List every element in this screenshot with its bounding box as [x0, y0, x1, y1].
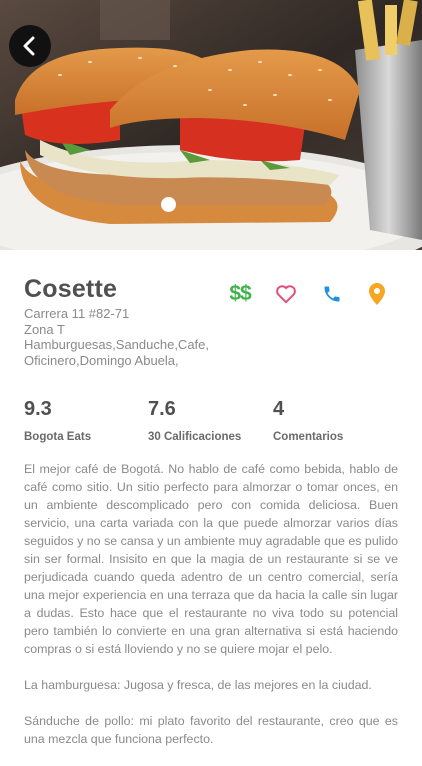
stat-label: Bogota Eats	[24, 431, 92, 443]
tags: Oficinero,Domingo Abuela,	[24, 352, 179, 368]
categories: Hamburguesas,Sanduche,Cafe,	[24, 337, 210, 352]
stat-value: 7.6	[148, 398, 176, 420]
stat-value: 9.3	[24, 398, 52, 420]
price-level: $$	[229, 282, 251, 305]
stat-calificaciones[interactable]: 7.6 30 Calificaciones	[148, 398, 241, 443]
review-paragraph: Sánduche de pollo: mi plato favorito del…	[24, 714, 398, 746]
stat-comentarios[interactable]: 4 Comentarios	[273, 398, 343, 443]
phone-icon	[324, 286, 340, 302]
call-button[interactable]	[320, 282, 344, 306]
heart-icon	[276, 285, 296, 304]
address: Carrera 11 #82-71	[24, 306, 130, 321]
back-button[interactable]	[9, 25, 51, 67]
review-paragraph: La hamburguesa: Jugosa y fresca, de las …	[24, 678, 372, 692]
stat-label: 30 Calificaciones	[148, 431, 242, 443]
restaurant-name: Cosette	[24, 275, 118, 303]
review-paragraph: El mejor café de Bogotá. No hablo de caf…	[24, 462, 398, 656]
sandwich-photo	[0, 0, 422, 250]
ratings-stats: 9.3 Bogota Eats 7.6 30 Calificaciones 4 …	[24, 398, 404, 450]
map-pin-icon	[369, 283, 385, 305]
stat-label: Comentarios	[273, 431, 344, 443]
favorite-button[interactable]	[274, 282, 298, 306]
chevron-left-icon	[23, 36, 35, 56]
carousel-page-indicator[interactable]	[161, 197, 176, 212]
stat-bogota-eats: 9.3 Bogota Eats	[24, 398, 91, 443]
restaurant-info: Carrera 11 #82-71 Zona T Hamburguesas,Sa…	[24, 306, 209, 368]
action-bar: $$	[224, 282, 394, 306]
review-text: El mejor café de Bogotá. No hablo de caf…	[24, 460, 398, 766]
hero-photo[interactable]	[0, 0, 422, 250]
map-button[interactable]	[365, 282, 389, 306]
stat-value: 4	[273, 398, 285, 420]
zone: Zona T	[24, 321, 65, 337]
